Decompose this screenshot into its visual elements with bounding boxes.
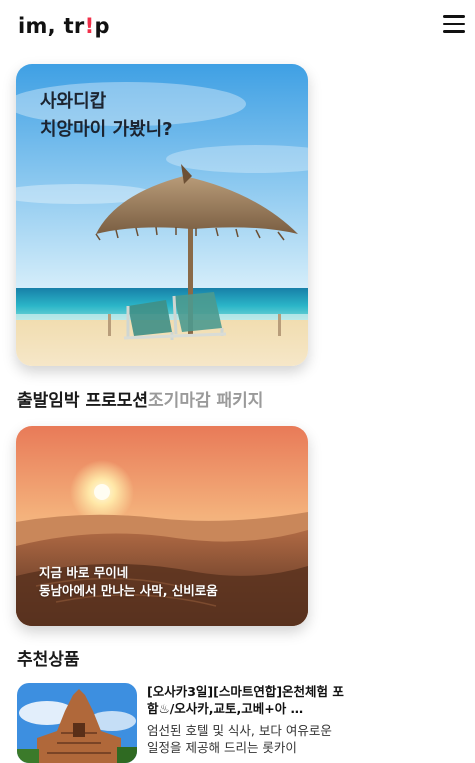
hero-line-2: 치앙마이 가봤니? — [40, 119, 173, 140]
promo-caption: 지금 바로 무이네 동남아에서 만나는 사막, 신비로움 — [39, 564, 218, 600]
hero-headline: 사와디캅 치앙마이 가봤니? — [40, 88, 173, 144]
logo[interactable]: im, tr!p — [18, 14, 110, 38]
section-title-recommended: 추천상품 — [17, 650, 80, 670]
logo-suffix: p — [94, 14, 110, 38]
header: im, tr!p — [0, 0, 475, 58]
product-description: 엄선된 호텔 및 식사, 보다 여유로운 일정을 제공해 드리는 롯카이 — [147, 723, 332, 755]
tab-early-close-package[interactable]: 조기마감 패키지 — [148, 391, 263, 411]
hero-line-1: 사와디캅 — [40, 91, 107, 112]
product-card[interactable]: [오사카3일][스마트연합]온천체험 포함♨/오사카,교토,고베+아 … 엄선된… — [17, 683, 347, 763]
promo-line-2: 동남아에서 만나는 사막, 신비로움 — [39, 583, 218, 598]
product-title: [오사카3일][스마트연합]온천체험 포함♨/오사카,교토,고베+아 … — [147, 684, 344, 716]
section-tabs: 출발임박 프로모션조기마감 패키지 — [17, 386, 263, 411]
promo-card-muine[interactable]: 지금 바로 무이네 동남아에서 만나는 사막, 신비로움 — [16, 426, 308, 626]
hero-banner-chiangmai[interactable]: 사와디캅 치앙마이 가봤니? — [16, 64, 308, 366]
logo-accent: ! — [84, 14, 95, 38]
logo-prefix: im, tr — [18, 14, 85, 38]
hamburger-menu-icon[interactable] — [443, 14, 465, 34]
promo-line-1: 지금 바로 무이네 — [39, 565, 129, 580]
product-thumbnail — [17, 683, 137, 763]
tab-departure-promo[interactable]: 출발임박 프로모션 — [17, 391, 148, 411]
